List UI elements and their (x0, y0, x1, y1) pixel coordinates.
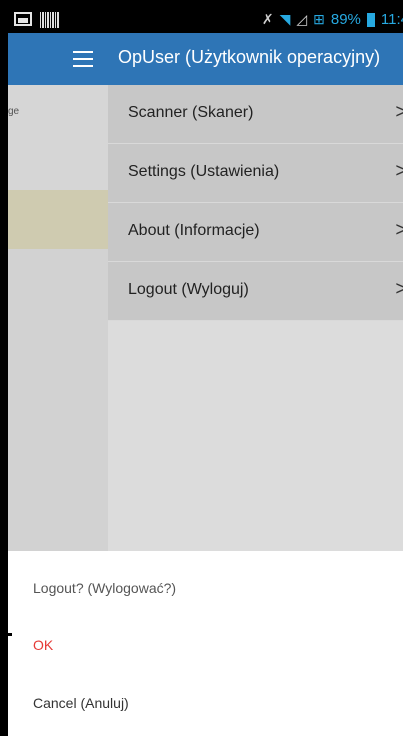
logout-confirm-sheet: Logout? (Wylogować?) OK Cancel (Anuluj) (8, 551, 403, 736)
menu-item-label: Scanner (Skaner) (128, 104, 254, 121)
background-header (8, 33, 108, 85)
menu-item-about[interactable]: About (Informacje) > (108, 203, 403, 262)
chevron-right-icon: > (395, 160, 403, 182)
drawer-title: OpUser (Użytkownik operacyjny) (118, 47, 381, 67)
wifi-icon: ◥ (279, 11, 291, 27)
clock: 11:4 (380, 11, 403, 28)
image-icon (14, 12, 32, 26)
background-area (8, 249, 108, 563)
navigation-drawer: OpUser (Użytkownik operacyjny) Scanner (… (108, 33, 403, 563)
dialog-title: Logout? (Wylogować?) (33, 580, 177, 596)
background-partial-text: ge (8, 106, 20, 117)
status-right-icons: ✗ ◥ ◿ ⊞ 89% 11:4 (262, 11, 403, 28)
chevron-right-icon: > (395, 101, 403, 123)
drawer-header: OpUser (Użytkownik operacyjny) (108, 33, 403, 85)
background-page: ge (8, 33, 108, 563)
chevron-right-icon: > (395, 278, 403, 300)
menu-item-logout[interactable]: Logout (Wyloguj) > (108, 262, 403, 321)
status-bar: ✗ ◥ ◿ ⊞ 89% 11:4 (8, 8, 403, 33)
background-row-highlighted (8, 190, 108, 250)
menu-item-label: About (Informacje) (128, 222, 260, 239)
status-left-icons (14, 12, 60, 28)
background-row (8, 85, 108, 191)
battery-percent: 89% (330, 11, 361, 28)
menu-item-label: Logout (Wyloguj) (128, 281, 249, 298)
signal-icon: ◿ (296, 11, 308, 27)
mute-icon: ✗ (261, 11, 274, 27)
chevron-right-icon: > (395, 219, 403, 241)
drawer-menu: Scanner (Skaner) > Settings (Ustawienia)… (108, 85, 403, 321)
hamburger-menu-icon[interactable] (73, 51, 93, 67)
cancel-button[interactable]: Cancel (Anuluj) (33, 695, 129, 711)
network-icon: ⊞ (313, 11, 325, 27)
phone-screen: ✗ ◥ ◿ ⊞ 89% 11:4 ge OpUser (Użytkownik o… (8, 8, 403, 736)
menu-item-settings[interactable]: Settings (Ustawienia) > (108, 144, 403, 203)
menu-item-label: Settings (Ustawienia) (128, 163, 280, 180)
pointer-arrow-icon (0, 633, 12, 636)
menu-item-scanner[interactable]: Scanner (Skaner) > (108, 85, 403, 144)
ok-button[interactable]: OK (33, 637, 53, 653)
barcode-icon (40, 12, 60, 28)
battery-icon (366, 12, 375, 27)
